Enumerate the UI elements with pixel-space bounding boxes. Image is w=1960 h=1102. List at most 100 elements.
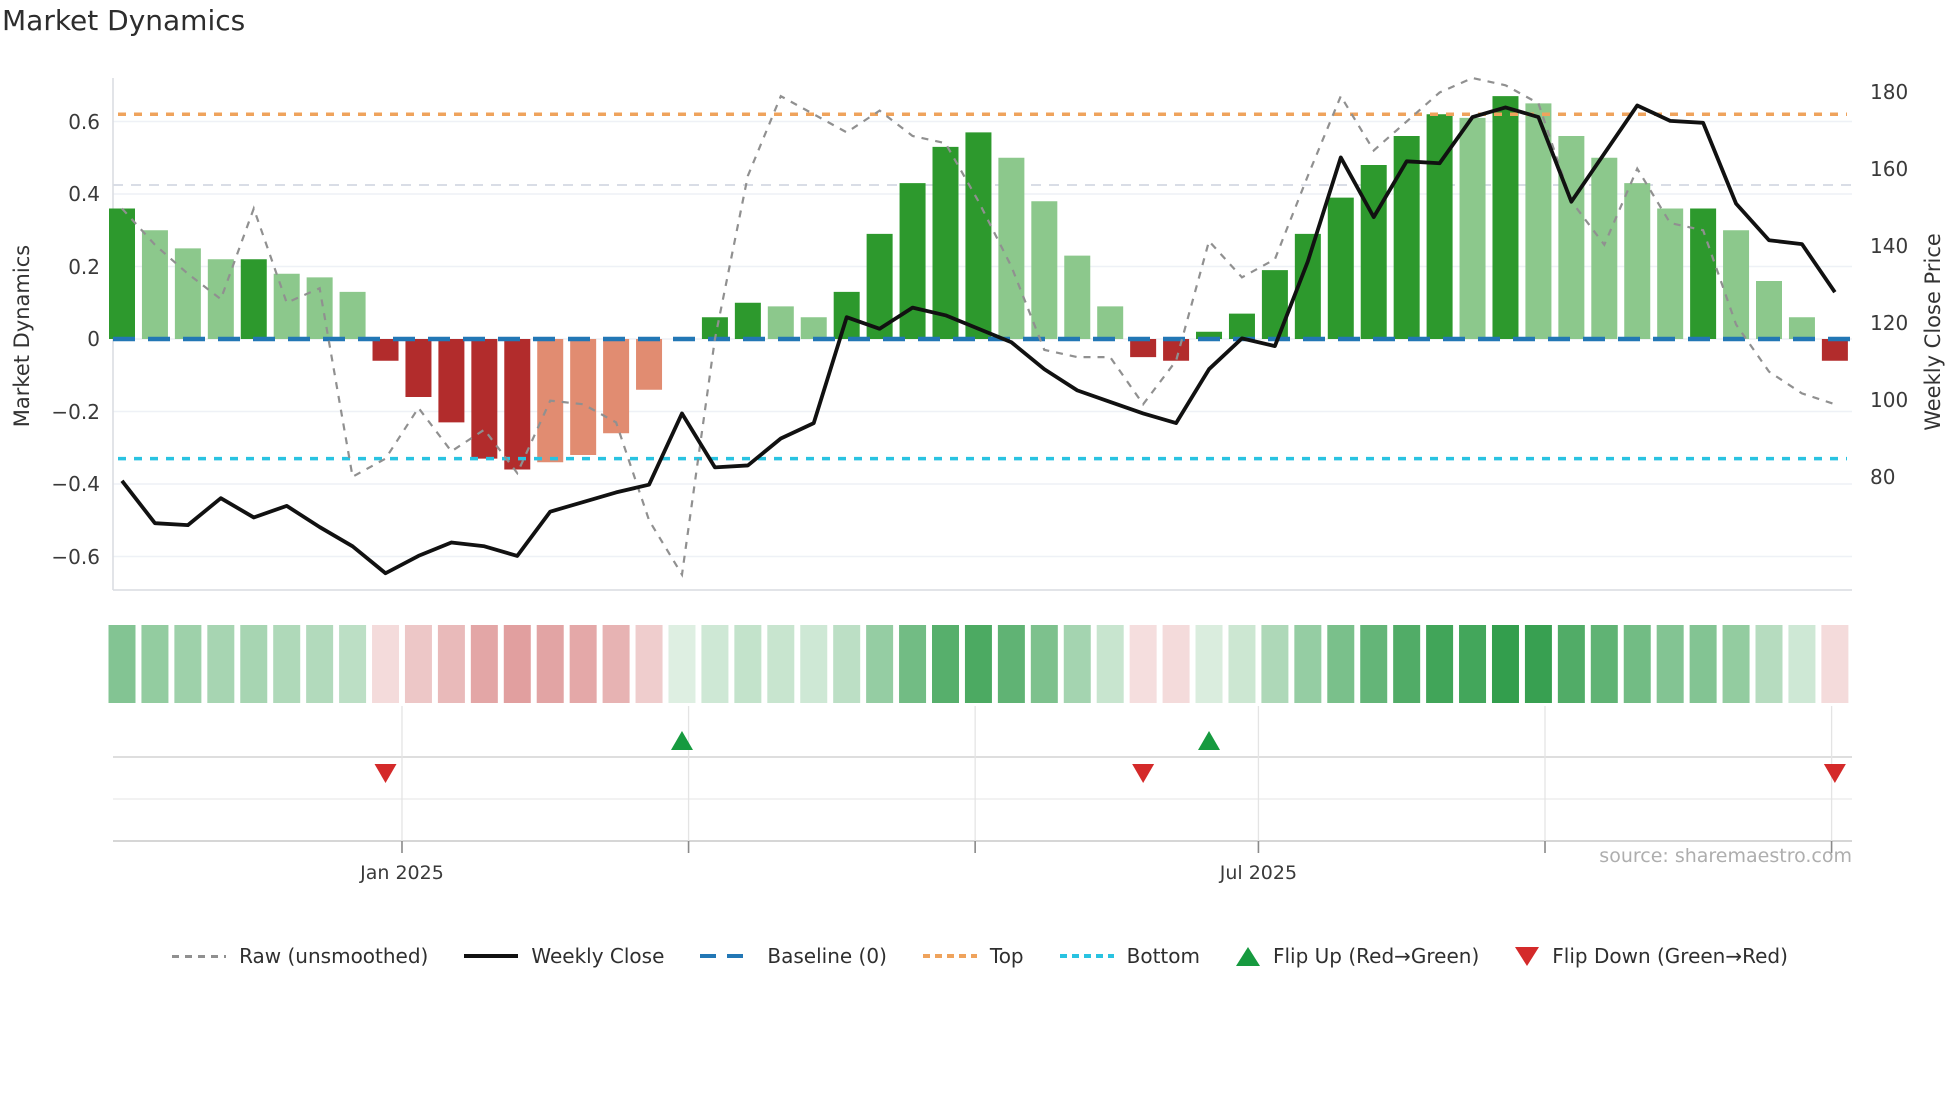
bar [306, 277, 333, 339]
bar [1756, 281, 1782, 339]
bar [273, 273, 300, 339]
bar [570, 339, 597, 455]
marker-axis [113, 706, 1852, 853]
bar [1064, 255, 1091, 339]
legend-label: Bottom [1126, 944, 1200, 968]
legend-item-bottom: Bottom [1059, 944, 1200, 968]
heat-cell [1294, 625, 1322, 703]
heat-cell [1162, 625, 1190, 703]
heat-cell [1129, 625, 1157, 703]
bar [174, 248, 201, 339]
bar [1657, 208, 1684, 339]
source-note: source: sharemaestro.com [1599, 845, 1852, 867]
bar [1097, 306, 1124, 339]
bar [1327, 197, 1354, 339]
heat-cell [437, 625, 465, 703]
heat-cell [273, 625, 301, 703]
bar [1591, 157, 1618, 339]
heat-cell [141, 625, 169, 703]
legend-label: Flip Up (Red→Green) [1272, 944, 1480, 968]
bar [471, 339, 498, 459]
left-tick-label: 0.4 [68, 182, 100, 206]
heat-cell [602, 625, 630, 703]
bar [636, 339, 663, 390]
bar [1130, 339, 1157, 358]
bar [1261, 270, 1288, 339]
heat-cell [306, 625, 334, 703]
legend-label: Top [989, 944, 1024, 968]
top-line-swatch-icon [922, 954, 977, 958]
heat-cell [404, 625, 432, 703]
left-tick-label: 0 [87, 327, 100, 351]
flip-up-marker [1198, 731, 1221, 750]
legend-label: Baseline (0) [767, 944, 887, 968]
heat-cell [997, 625, 1025, 703]
flip-down-triangle-icon [1515, 946, 1540, 966]
bar [1788, 317, 1815, 339]
heat-cell [1327, 625, 1355, 703]
legend-label: Raw (unsmoothed) [239, 944, 429, 968]
right-tick-label: 180 [1870, 80, 1909, 104]
heat-cell [503, 625, 531, 703]
legend-item-flip-up: Flip Up (Red→Green) [1235, 944, 1480, 968]
bar [1492, 96, 1519, 339]
heat-cell [899, 625, 927, 703]
flip-up-marker [670, 731, 693, 750]
baseline-swatch-icon [700, 954, 755, 958]
flip-down-marker [1132, 764, 1155, 783]
heat-cell [833, 625, 861, 703]
bar [109, 208, 135, 339]
bar [800, 317, 827, 339]
heat-cell [470, 625, 498, 703]
bar [603, 339, 630, 434]
right-tick-label: 140 [1870, 234, 1909, 258]
bar [1393, 136, 1420, 339]
legend-item-top: Top [922, 944, 1024, 968]
heat-cell [866, 625, 894, 703]
legend-item-raw: Raw (unsmoothed) [172, 944, 428, 968]
left-tick-label: −0.4 [51, 472, 100, 496]
heat-cell [964, 625, 992, 703]
heat-cell [1821, 625, 1849, 703]
bar [141, 230, 168, 339]
heat-cell [767, 625, 795, 703]
left-tick-label: 0.6 [68, 109, 100, 134]
heat-cell [1228, 625, 1256, 703]
bar [1558, 136, 1585, 339]
heat-cell [668, 625, 696, 703]
heat-cell [932, 625, 959, 703]
bar [207, 259, 234, 339]
heat-cell [1755, 625, 1783, 703]
heat-cell [1195, 625, 1223, 703]
chart-title: Market Dynamics [2, 4, 246, 37]
heat-cell [339, 625, 367, 703]
heat-cell [1360, 625, 1388, 703]
bar [767, 306, 794, 339]
heat-cell [635, 625, 663, 703]
left-tick-label: −0.2 [51, 399, 100, 424]
bar [372, 339, 399, 361]
legend-label: Weekly Close [531, 944, 665, 968]
heat-cell [1063, 625, 1091, 703]
raw-line-swatch-icon [172, 954, 227, 958]
bar [1360, 165, 1387, 339]
heat-cell [1459, 625, 1487, 703]
legend-item-flip-down: Flip Down (Green→Red) [1515, 944, 1788, 968]
heat-cell [800, 625, 828, 703]
bar [1624, 183, 1651, 339]
bar [965, 132, 992, 339]
legend-item-weekly-close: Weekly Close [464, 944, 664, 968]
bar [1031, 201, 1058, 339]
heat-cell [569, 625, 597, 703]
legend-label: Flip Down (Green→Red) [1552, 944, 1788, 968]
right-tick-label: 120 [1870, 311, 1909, 335]
heat-cell [1623, 625, 1651, 703]
legend: Raw (unsmoothed) Weekly Close Baseline (… [0, 944, 1960, 968]
chart-canvas [108, 76, 1852, 853]
heat-cell [1557, 625, 1585, 703]
bar [405, 339, 432, 397]
x-axis-label: Jul 2025 [1219, 862, 1298, 884]
bar [438, 339, 465, 423]
heat-cell [1491, 625, 1519, 703]
heat-cell [1426, 625, 1454, 703]
